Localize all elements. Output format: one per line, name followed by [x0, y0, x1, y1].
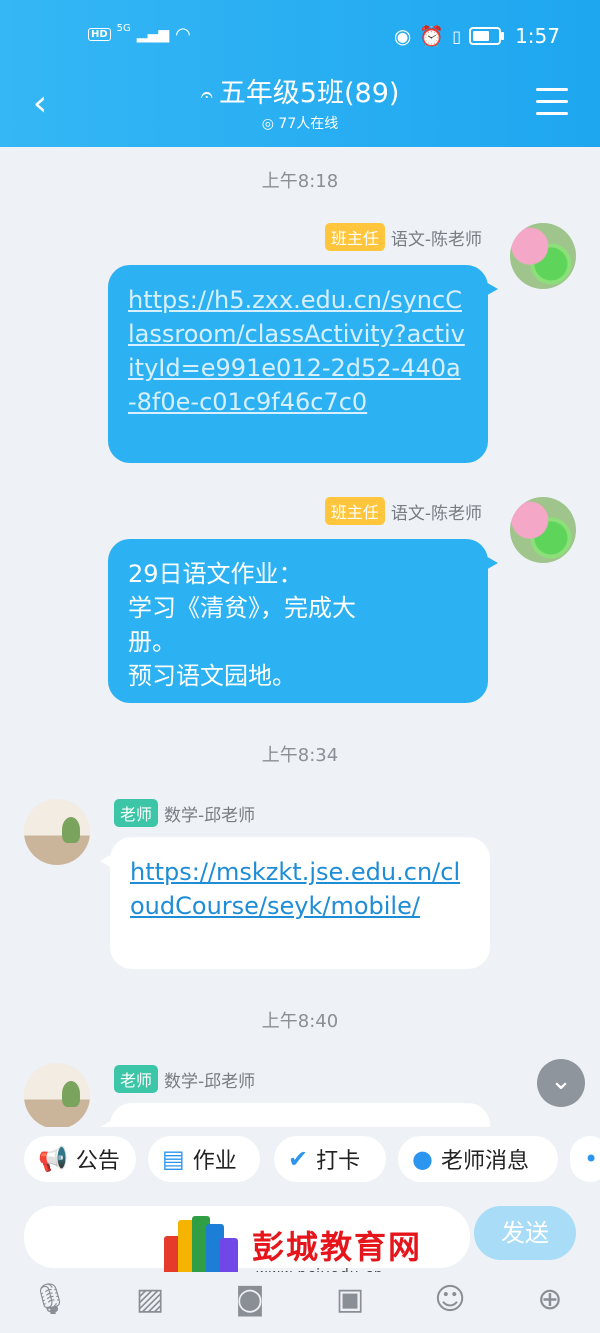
message-bubble[interactable]: https://mskzkt.jse.edu.cn/cloudCourse/se…	[100, 837, 490, 969]
plus-icon[interactable]: ⊕	[528, 1280, 572, 1320]
chevron-left-icon: ‹	[32, 83, 48, 124]
avatar[interactable]	[24, 799, 90, 865]
online-count: 77人在线	[278, 116, 339, 132]
wifi-icon: ◠	[175, 24, 191, 45]
message-sender: 班主任 语文-陈老师	[324, 223, 482, 251]
message-link[interactable]: https://h5.zxx.edu.cn/syncClassroom/clas…	[128, 286, 465, 416]
alarm-icon: ⏰	[419, 24, 445, 48]
status-left: HD 5G ▂▄▆ ◠	[88, 23, 191, 45]
megaphone-icon: 📢	[38, 1145, 68, 1173]
watermark-logo-icon	[164, 1216, 238, 1276]
ear-icon: 𝄐	[200, 83, 213, 108]
chat-title-row: 𝄐 五年级5班(89)	[150, 76, 450, 114]
menu-icon-line	[536, 112, 568, 115]
role-tag: 班主任	[324, 497, 385, 525]
menu-icon-line	[536, 100, 568, 103]
chat-area[interactable]: 上午8:18 班主任 语文-陈老师 https://h5.zxx.edu.cn/…	[0, 147, 600, 1127]
role-tag: 班主任	[324, 223, 385, 251]
quick-action-label: 老师消息	[440, 1149, 529, 1174]
online-count-row: ◎ 77人在线	[150, 114, 450, 134]
sender-name: 数学-邱老师	[164, 1071, 256, 1092]
send-button[interactable]: 发送	[474, 1206, 576, 1260]
network-label: 5G	[116, 23, 131, 34]
input-toolbar: 🎙 ▨ ◙ ▣ ☺ ⊕	[0, 1272, 600, 1333]
message-line: 册。	[128, 628, 176, 656]
message-sender: 班主任 语文-陈老师	[324, 497, 482, 525]
message-link[interactable]: https://mskzkt.jse.edu.cn/cloudCourse/se…	[130, 858, 460, 920]
message-line: 29日语文作业：	[128, 560, 303, 588]
more-icon: •	[584, 1145, 599, 1173]
role-tag: 老师	[114, 1065, 159, 1093]
document-icon: ▤	[162, 1145, 185, 1173]
status-bar: HD 5G ▂▄▆ ◠ ◉ ⏰ ▯ 1:57	[0, 0, 600, 75]
vibrate-icon: ▯	[452, 26, 462, 46]
sender-name: 语文-陈老师	[390, 503, 482, 524]
quick-action-bar: 📢 公告 ▤ 作业 ✔ 打卡 ● 老师消息 •	[0, 1130, 600, 1190]
clock: 1:57	[515, 24, 560, 48]
signal-icon: ▂▄▆	[136, 26, 170, 43]
timestamp: 上午8:18	[261, 171, 339, 192]
back-button[interactable]: ‹	[20, 82, 60, 128]
chat-title: 五年级5班(89)	[218, 78, 400, 109]
microphone-icon[interactable]: 🎙	[28, 1280, 72, 1320]
hd-badge: HD	[88, 28, 111, 41]
quick-action-label: 公告	[75, 1149, 120, 1174]
message-bubble[interactable]	[100, 1103, 490, 1127]
battery-icon	[469, 27, 505, 45]
quick-action-teacher-messages[interactable]: ● 老师消息	[398, 1136, 558, 1182]
image-icon[interactable]: ▨	[128, 1280, 172, 1320]
quick-action-label: 作业	[192, 1149, 237, 1174]
chevron-down-icon: ⌄	[550, 1066, 572, 1096]
role-tag: 老师	[114, 799, 159, 827]
timestamp: 上午8:34	[261, 745, 339, 766]
avatar[interactable]	[510, 497, 576, 563]
emoji-icon[interactable]: ☺	[428, 1280, 472, 1320]
status-right: ◉ ⏰ ▯ 1:57	[394, 24, 560, 48]
message-sender: 老师 数学-邱老师	[114, 1065, 255, 1093]
quick-action-checkin[interactable]: ✔ 打卡	[274, 1136, 386, 1182]
quick-action-label: 打卡	[316, 1149, 361, 1174]
message-line: 预习语文园地。	[128, 662, 296, 690]
menu-button[interactable]	[536, 88, 568, 118]
chat-icon: ●	[412, 1145, 433, 1173]
avatar[interactable]	[24, 1063, 90, 1127]
eye-icon: ◉	[393, 24, 412, 48]
online-icon: ◎	[261, 116, 274, 132]
sender-name: 数学-邱老师	[164, 805, 256, 826]
quick-action-more[interactable]: •	[570, 1136, 600, 1182]
message-bubble[interactable]: https://h5.zxx.edu.cn/syncClassroom/clas…	[108, 265, 498, 463]
message-sender: 老师 数学-邱老师	[114, 799, 255, 827]
sender-name: 语文-陈老师	[390, 229, 482, 250]
camera-icon[interactable]: ◙	[228, 1280, 272, 1320]
check-circle-icon: ✔	[288, 1145, 309, 1173]
watermark-text: 彭城教育网	[252, 1228, 423, 1266]
app-header: HD 5G ▂▄▆ ◠ ◉ ⏰ ▯ 1:57 ‹ 𝄐 五年级5班(89) ◎ 77…	[0, 0, 600, 147]
avatar[interactable]	[510, 223, 576, 289]
timestamp: 上午8:40	[261, 1011, 339, 1032]
gift-icon[interactable]: ▣	[328, 1280, 372, 1320]
menu-icon-line	[536, 88, 568, 91]
scroll-down-button[interactable]: ⌄	[537, 1059, 585, 1107]
message-bubble[interactable]: 29日语文作业： 学习《清贫》，完成大 册。 预习语文园地。	[108, 539, 498, 703]
chat-title-block: 𝄐 五年级5班(89) ◎ 77人在线	[150, 76, 450, 134]
message-line: 学习《清贫》，完成大	[128, 594, 356, 622]
quick-action-announcement[interactable]: 📢 公告	[24, 1136, 136, 1182]
quick-action-homework[interactable]: ▤ 作业	[148, 1136, 260, 1182]
